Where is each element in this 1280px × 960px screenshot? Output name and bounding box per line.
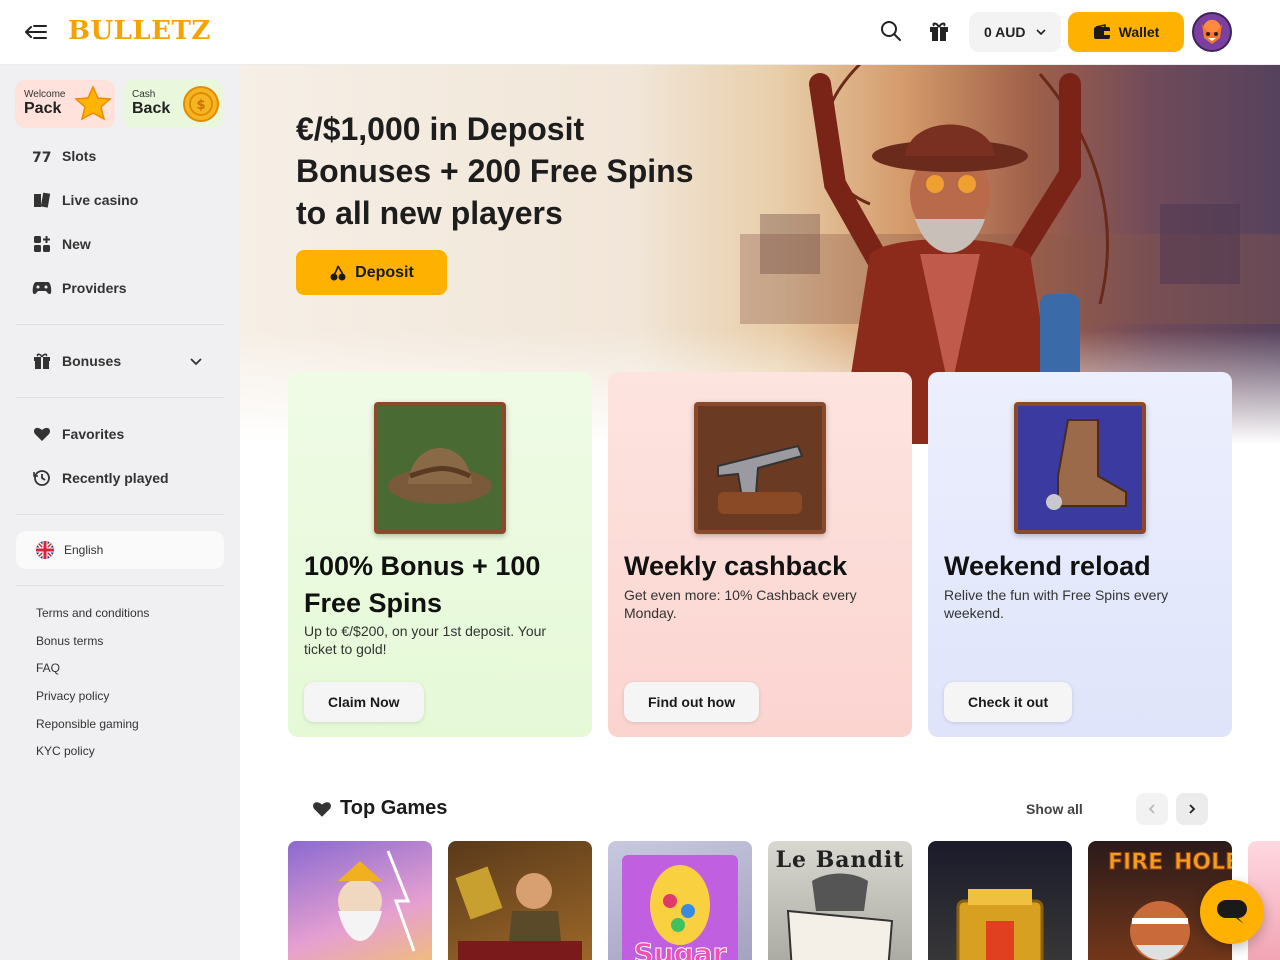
promo-card-welcome-bonus: 100% Bonus + 100 Free Spins Up to €/$200… bbox=[288, 372, 592, 737]
card-description: Up to €/$200, on your 1st deposit. Your … bbox=[304, 623, 547, 657]
chevron-down-icon bbox=[1036, 29, 1046, 36]
gift-icon bbox=[32, 351, 52, 371]
top-games-title: Top Games bbox=[340, 797, 448, 819]
gift-icon[interactable] bbox=[928, 20, 952, 44]
heart-icon bbox=[313, 802, 331, 817]
promo-card-weekend-reload: Weekend reload Relive the fun with Free … bbox=[928, 372, 1232, 737]
sidebar-item-label: Providers bbox=[62, 280, 127, 296]
check-it-out-button[interactable]: Check it out bbox=[944, 682, 1073, 722]
cowboy-boot-image bbox=[1014, 402, 1146, 534]
divider bbox=[16, 324, 224, 325]
balance-selector[interactable]: 0 AUD bbox=[969, 12, 1061, 52]
game-thumbnail bbox=[338, 850, 416, 952]
deposit-button[interactable]: Deposit bbox=[296, 250, 447, 295]
sidebar-item-label: Recently played bbox=[62, 470, 169, 486]
wallet-label: Wallet bbox=[1118, 24, 1160, 40]
game-thumbnail bbox=[455, 866, 582, 960]
cherry-icon bbox=[330, 265, 346, 280]
new-icon bbox=[32, 234, 52, 254]
chat-icon bbox=[1217, 900, 1247, 924]
svg-text:FIRE: FIRE bbox=[1108, 850, 1163, 875]
game-thumbnail bbox=[956, 889, 1044, 960]
card-title: Weekend reload bbox=[944, 551, 1151, 581]
carousel-next-button[interactable] bbox=[1176, 793, 1208, 825]
sidebar-item-label: New bbox=[62, 236, 91, 252]
slots-icon: 777 bbox=[32, 146, 52, 166]
svg-text:$: $ bbox=[196, 98, 205, 113]
chevron-down-icon[interactable] bbox=[188, 353, 204, 369]
sidebar-item-slots[interactable]: 777 Slots bbox=[32, 146, 96, 166]
divider bbox=[16, 397, 224, 398]
history-icon bbox=[32, 468, 52, 488]
promo-card-weekly-cashback: Weekly cashback Get even more: 10% Cashb… bbox=[608, 372, 912, 737]
footer-link-faq[interactable]: FAQ bbox=[36, 661, 60, 675]
game-tile[interactable] bbox=[288, 841, 432, 960]
svg-text:Sugar: Sugar bbox=[634, 937, 727, 960]
footer-link-bonus-terms[interactable]: Bonus terms bbox=[36, 634, 103, 648]
wallet-button[interactable]: Wallet bbox=[1068, 12, 1184, 52]
card-description: Relive the fun with Free Spins every wee… bbox=[944, 587, 1169, 621]
sidebar-item-favorites[interactable]: Favorites bbox=[32, 424, 124, 444]
sidebar: Welcome Pack Cash Back $ 777 Slots Live … bbox=[0, 64, 240, 960]
sidebar-item-recently-played[interactable]: Recently played bbox=[32, 468, 169, 488]
footer-link-terms[interactable]: Terms and conditions bbox=[36, 606, 149, 620]
language-selector[interactable]: English bbox=[16, 531, 224, 569]
top-header: BULLETZ 0 AUD Wallet bbox=[0, 0, 1280, 64]
game-tile[interactable] bbox=[928, 841, 1072, 960]
search-icon[interactable] bbox=[880, 20, 904, 44]
game-tile[interactable]: Le Bandit bbox=[768, 841, 912, 960]
card-description: Get even more: 10% Cashback every Monday… bbox=[624, 587, 857, 621]
find-out-how-button[interactable]: Find out how bbox=[624, 682, 760, 722]
svg-text:HOLE: HOLE bbox=[1174, 850, 1232, 875]
game-thumbnail bbox=[786, 873, 894, 960]
heart-icon bbox=[32, 424, 52, 444]
divider bbox=[16, 514, 224, 515]
show-all-link[interactable]: Show all bbox=[1026, 801, 1083, 817]
sidebar-item-label: Live casino bbox=[62, 192, 139, 208]
sidebar-item-label: Slots bbox=[62, 148, 97, 164]
wallet-icon bbox=[1093, 24, 1110, 39]
footer-link-kyc[interactable]: KYC policy bbox=[36, 744, 95, 758]
claim-now-button[interactable]: Claim Now bbox=[304, 682, 424, 722]
card-title: Weekly cashback bbox=[624, 551, 848, 581]
sidebar-item-bonuses[interactable]: Bonuses bbox=[32, 351, 121, 371]
language-label: English bbox=[64, 543, 104, 557]
chat-support-button[interactable] bbox=[1200, 880, 1264, 944]
uk-flag-icon bbox=[36, 541, 54, 559]
live-casino-icon bbox=[32, 190, 52, 210]
providers-icon bbox=[32, 278, 52, 298]
game-tile[interactable] bbox=[448, 841, 592, 960]
footer-link-responsible-gaming[interactable]: Reponsible gaming bbox=[36, 717, 139, 731]
revolver-image bbox=[694, 402, 826, 534]
brand-logo[interactable]: BULLETZ bbox=[68, 16, 211, 46]
welcome-pack-promo[interactable]: Welcome Pack bbox=[15, 80, 115, 128]
sidebar-item-providers[interactable]: Providers bbox=[32, 278, 127, 298]
game-thumbnail: Sugar bbox=[622, 855, 738, 960]
chevron-right-icon bbox=[1189, 804, 1196, 814]
sidebar-item-live-casino[interactable]: Live casino bbox=[32, 190, 138, 210]
hero-title: €/$1,000 in Deposit Bonuses + 200 Free S… bbox=[296, 111, 694, 231]
cowboy-hat-image bbox=[374, 402, 506, 534]
footer-link-privacy[interactable]: Privacy policy bbox=[36, 689, 109, 703]
game-tile[interactable]: Sugar bbox=[608, 841, 752, 960]
star-icon bbox=[74, 85, 112, 121]
deposit-label: Deposit bbox=[355, 263, 414, 281]
divider bbox=[16, 585, 224, 586]
sidebar-item-label: Favorites bbox=[62, 426, 125, 442]
sidebar-item-new[interactable]: New bbox=[32, 234, 91, 254]
carousel-prev-button[interactable] bbox=[1136, 793, 1168, 825]
coin-icon: $ bbox=[183, 86, 219, 122]
chevron-left-icon bbox=[1148, 804, 1155, 814]
svg-text:777: 777 bbox=[32, 150, 52, 164]
sidebar-item-label: Bonuses bbox=[62, 353, 122, 369]
collapse-menu-icon[interactable] bbox=[24, 20, 48, 44]
balance-amount: 0 AUD bbox=[984, 24, 1026, 40]
card-title: 100% Bonus + 100 Free Spins bbox=[304, 551, 541, 618]
cash-back-promo[interactable]: Cash Back $ bbox=[123, 80, 223, 128]
user-avatar[interactable] bbox=[1192, 12, 1232, 52]
